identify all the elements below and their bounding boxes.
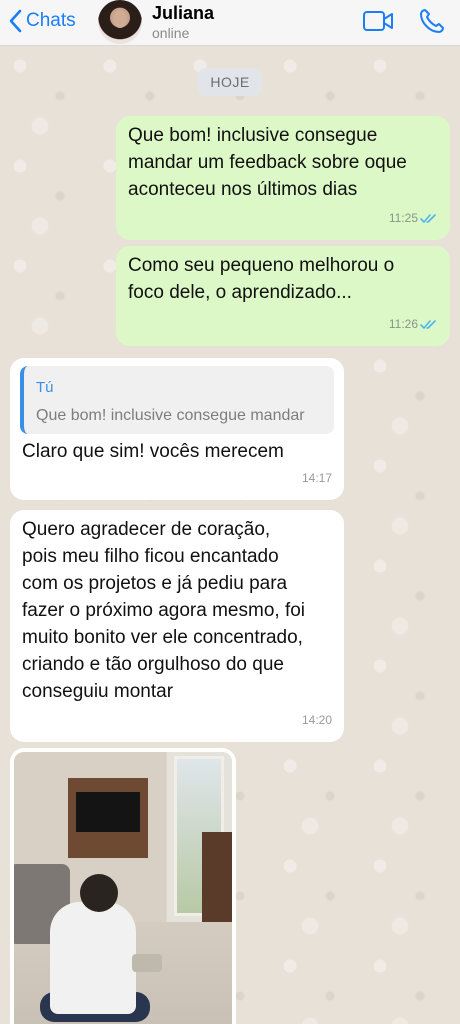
- message-meta: 14:17: [302, 465, 332, 492]
- message-text: Como seu pequeno melhorou o foco dele, o…: [128, 252, 394, 306]
- message-time: 14:17: [301, 471, 332, 485]
- message-time: 14:20: [301, 713, 332, 727]
- message-line: foco dele, o aprendizado...: [128, 282, 352, 303]
- message-line: aconteceu nos últimos dias: [128, 179, 358, 200]
- photo[interactable]: [14, 752, 232, 1024]
- photo-tv: [76, 792, 140, 832]
- message-meta: 14:20: [302, 707, 332, 734]
- message-line: pois meu filho ficou encantado: [22, 546, 279, 567]
- message-line: fazer o próximo agora mesmo, foi: [22, 600, 306, 621]
- video-camera-icon[interactable]: [362, 9, 394, 33]
- message-line: Que bom! inclusive consegue: [128, 125, 378, 146]
- message-time: 11:25: [388, 211, 418, 225]
- photo-child-head: [80, 874, 118, 912]
- avatar[interactable]: [98, 0, 142, 44]
- message-meta: 11:25: [389, 205, 438, 232]
- message-text: Quero agradecer de coração, pois meu fil…: [22, 516, 305, 705]
- message-line: criando e tão orgulhoso do que: [22, 654, 284, 675]
- message-line: Quero agradecer de coração,: [22, 519, 271, 540]
- double-check-icon: [420, 214, 436, 223]
- photo-child-body: [50, 902, 136, 1014]
- quote-text: Que bom! inclusive consegue mandar: [36, 407, 305, 424]
- message-time: 11:26: [388, 317, 418, 331]
- chat-header: Chats Juliana online: [0, 0, 460, 46]
- photo-toy: [132, 954, 162, 972]
- contact-status: online: [152, 25, 190, 41]
- date-chip: HOJE: [198, 68, 262, 96]
- double-check-icon: [420, 320, 436, 329]
- back-label: Chats: [26, 10, 76, 31]
- back-button[interactable]: Chats: [8, 8, 76, 34]
- incoming-message[interactable]: Quero agradecer de coração, pois meu fil…: [10, 510, 344, 742]
- contact-name[interactable]: Juliana: [152, 3, 214, 24]
- quoted-reply[interactable]: Tú Que bom! inclusive consegue mandar: [20, 366, 334, 434]
- incoming-photo-message[interactable]: [10, 748, 236, 1024]
- outgoing-message[interactable]: Como seu pequeno melhorou o foco dele, o…: [116, 246, 450, 346]
- quote-author: Tú: [36, 379, 54, 396]
- message-line: com os projetos e já pediu para: [22, 573, 288, 594]
- avatar-face: [113, 10, 127, 28]
- message-line: conseguiu montar: [22, 681, 174, 702]
- chat-area[interactable]: HOJE Que bom! inclusive consegue mandar …: [0, 46, 460, 1024]
- phone-icon[interactable]: [418, 7, 446, 35]
- outgoing-message[interactable]: Que bom! inclusive consegue mandar um fe…: [116, 116, 450, 240]
- message-line: Como seu pequeno melhorou o: [128, 255, 395, 276]
- message-line: mandar um feedback sobre oque: [128, 152, 407, 173]
- message-text: Claro que sim! vocês merecem: [22, 441, 284, 462]
- message-meta: 11:26: [389, 311, 438, 338]
- message-text: Que bom! inclusive consegue mandar um fe…: [128, 122, 407, 203]
- message-line: muito bonito ver ele concentrado,: [22, 627, 303, 648]
- chevron-left-icon: [9, 9, 22, 33]
- incoming-message[interactable]: Tú Que bom! inclusive consegue mandar Cl…: [10, 358, 344, 500]
